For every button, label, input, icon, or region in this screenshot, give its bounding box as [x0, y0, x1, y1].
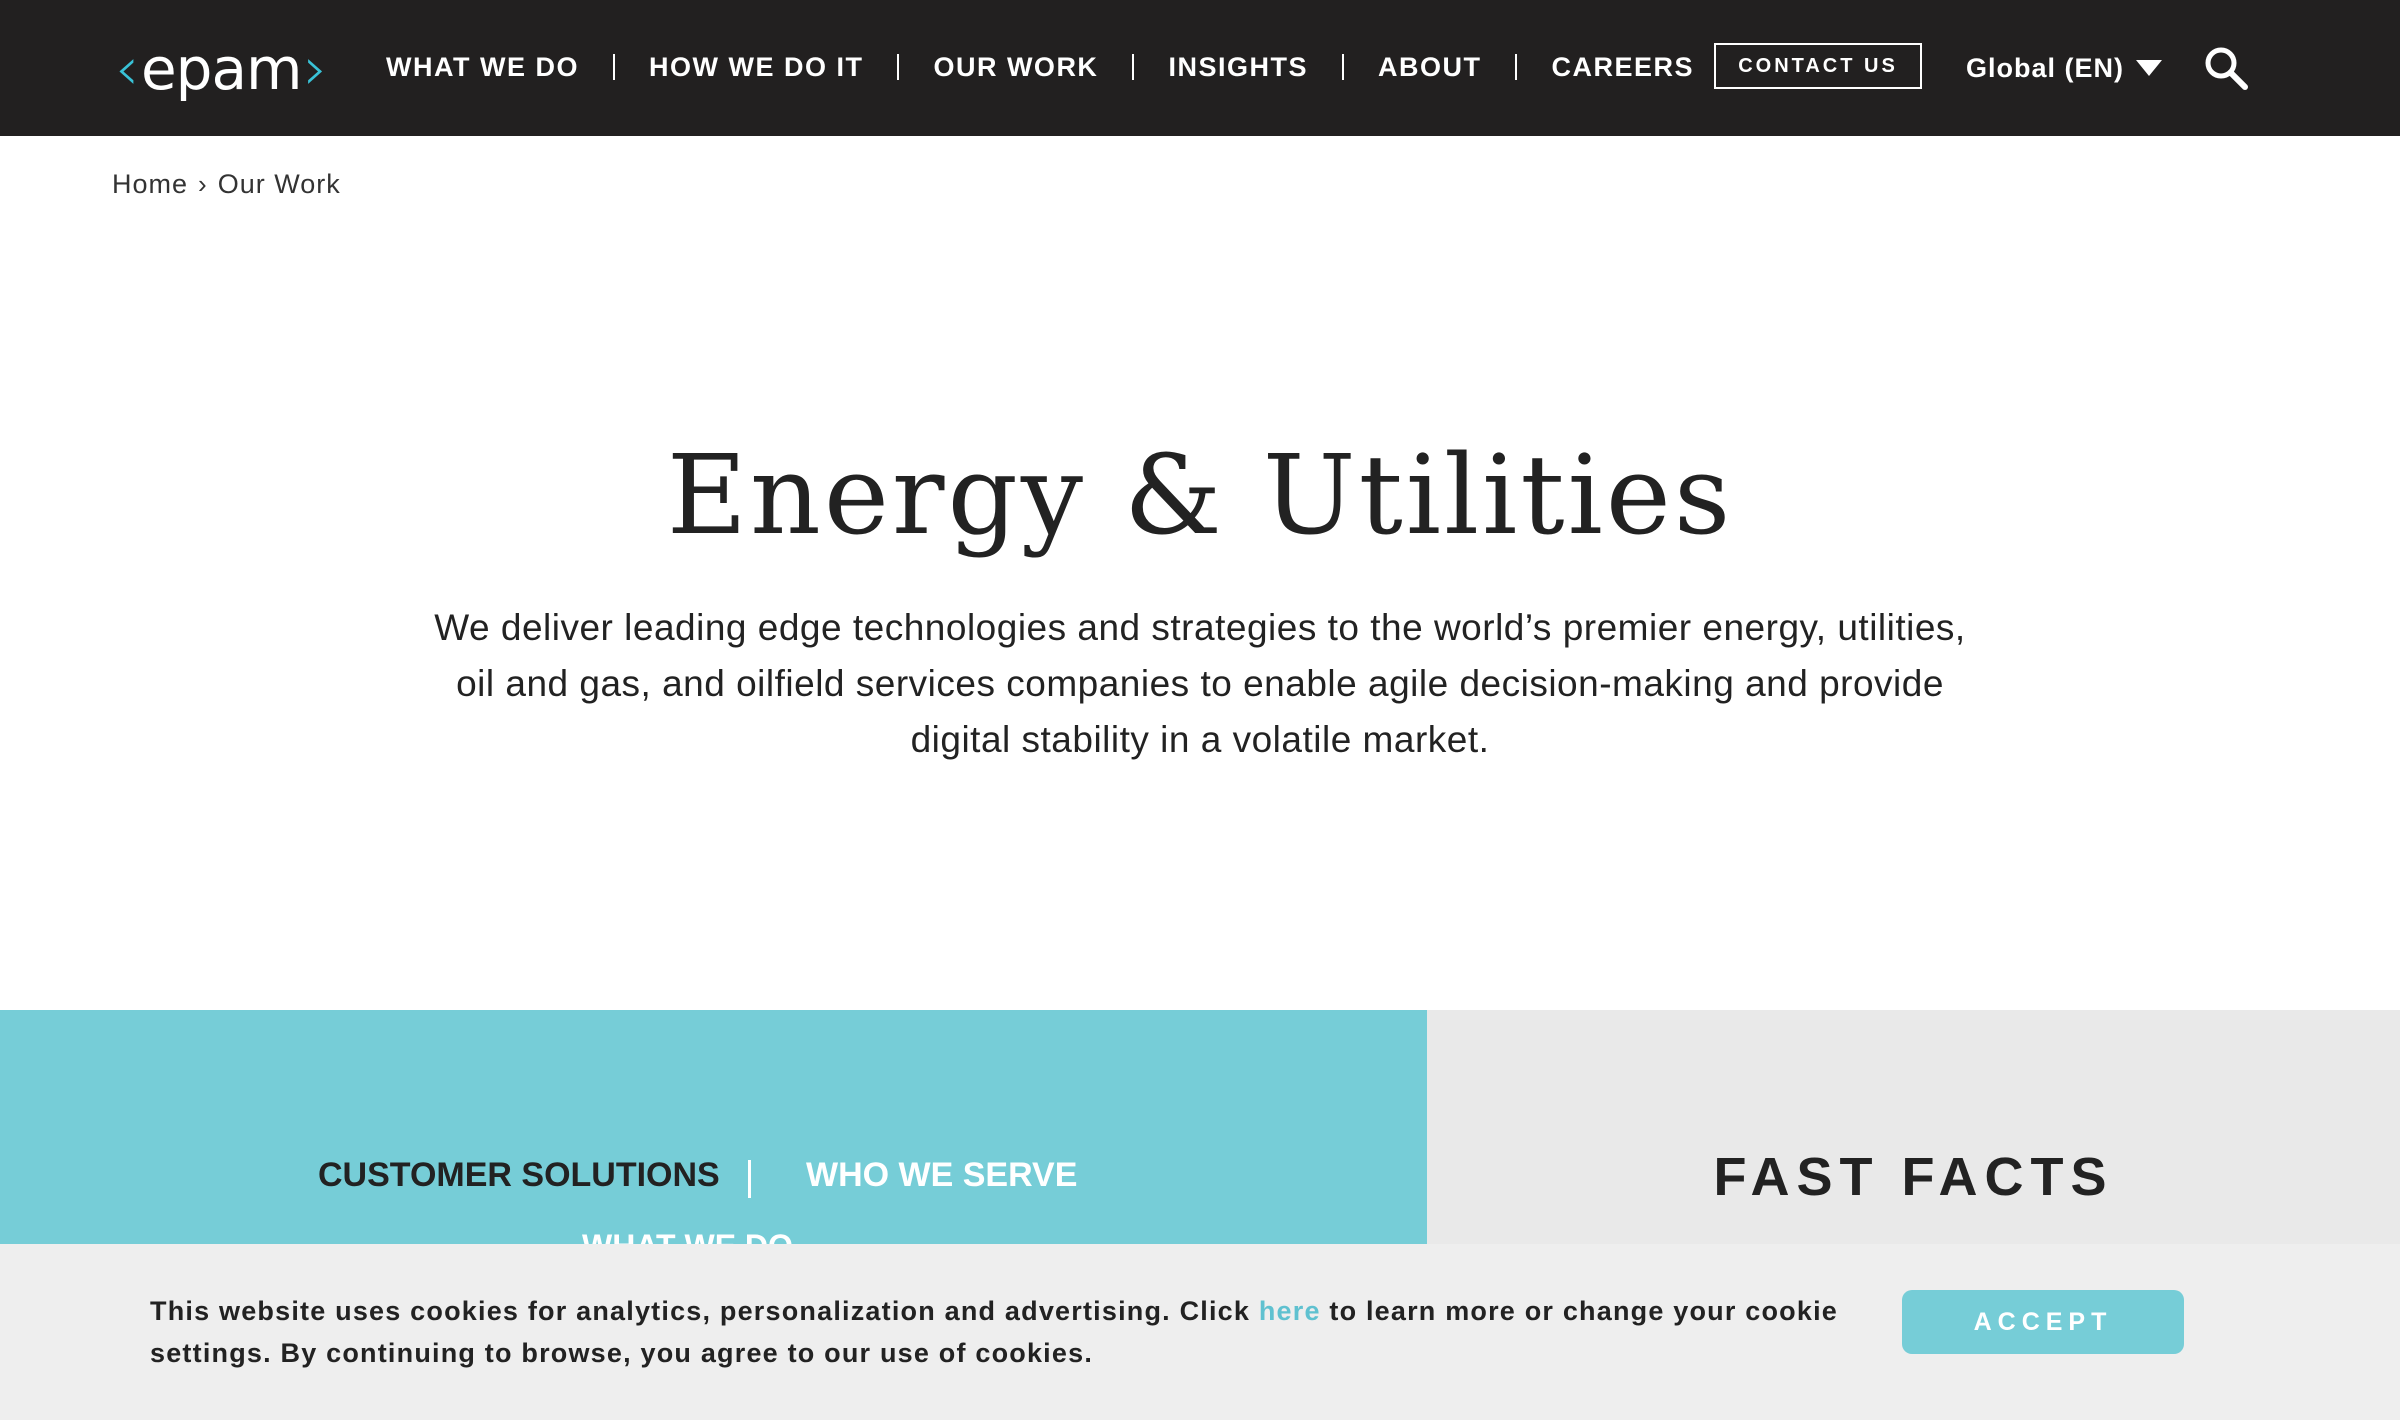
tab-who-we-serve[interactable]: WHO WE SERVE — [806, 1156, 1077, 1195]
accept-cookies-button[interactable]: ACCEPT — [1902, 1290, 2184, 1354]
logo-left-chevron: ‹ — [115, 34, 139, 104]
nav-how-we-do-it[interactable]: HOW WE DO IT — [649, 52, 863, 83]
fast-facts-heading: FAST FACTS — [1713, 1147, 2114, 1207]
logo-right-chevron: › — [303, 34, 328, 104]
top-navigation-bar: ‹ epam › WHAT WE DO HOW WE DO IT OUR WOR… — [0, 0, 2400, 136]
nav-divider — [897, 54, 900, 80]
contact-us-button[interactable]: CONTACT US — [1714, 43, 1922, 89]
breadcrumb-home[interactable]: Home — [112, 169, 188, 200]
tab-divider — [748, 1160, 751, 1198]
cookie-settings-link[interactable]: here — [1259, 1296, 1321, 1326]
epam-logo[interactable]: ‹ epam › — [115, 36, 328, 102]
page-description: We deliver leading edge technologies and… — [434, 607, 1966, 760]
language-selector[interactable]: Global (EN) — [1966, 48, 2162, 88]
nav-divider — [1132, 54, 1135, 80]
cookie-text-start: This website uses cookies for analytics,… — [150, 1296, 1259, 1326]
search-icon[interactable] — [2202, 44, 2250, 92]
logo-wordmark: epam — [141, 35, 303, 103]
nav-divider — [612, 54, 615, 80]
nav-our-work[interactable]: OUR WORK — [933, 52, 1098, 83]
page-title: Energy & Utilities — [666, 431, 1734, 559]
cookie-message: This website uses cookies for analytics,… — [150, 1290, 1870, 1374]
language-label: Global (EN) — [1966, 52, 2124, 83]
breadcrumb-current[interactable]: Our Work — [218, 169, 341, 200]
nav-careers[interactable]: CAREERS — [1551, 52, 1694, 83]
caret-down-icon — [2136, 60, 2162, 76]
breadcrumb: Home › Our Work — [112, 166, 341, 202]
nav-insights[interactable]: INSIGHTS — [1168, 52, 1308, 83]
main-nav: WHAT WE DO HOW WE DO IT OUR WORK INSIGHT… — [386, 44, 1694, 90]
nav-divider — [1515, 54, 1518, 80]
nav-divider — [1341, 54, 1344, 80]
nav-what-we-do[interactable]: WHAT WE DO — [386, 52, 579, 83]
nav-about[interactable]: ABOUT — [1378, 52, 1482, 83]
chevron-right-icon: › — [198, 168, 208, 199]
tab-customer-solutions[interactable]: CUSTOMER SOLUTIONS — [318, 1156, 720, 1195]
